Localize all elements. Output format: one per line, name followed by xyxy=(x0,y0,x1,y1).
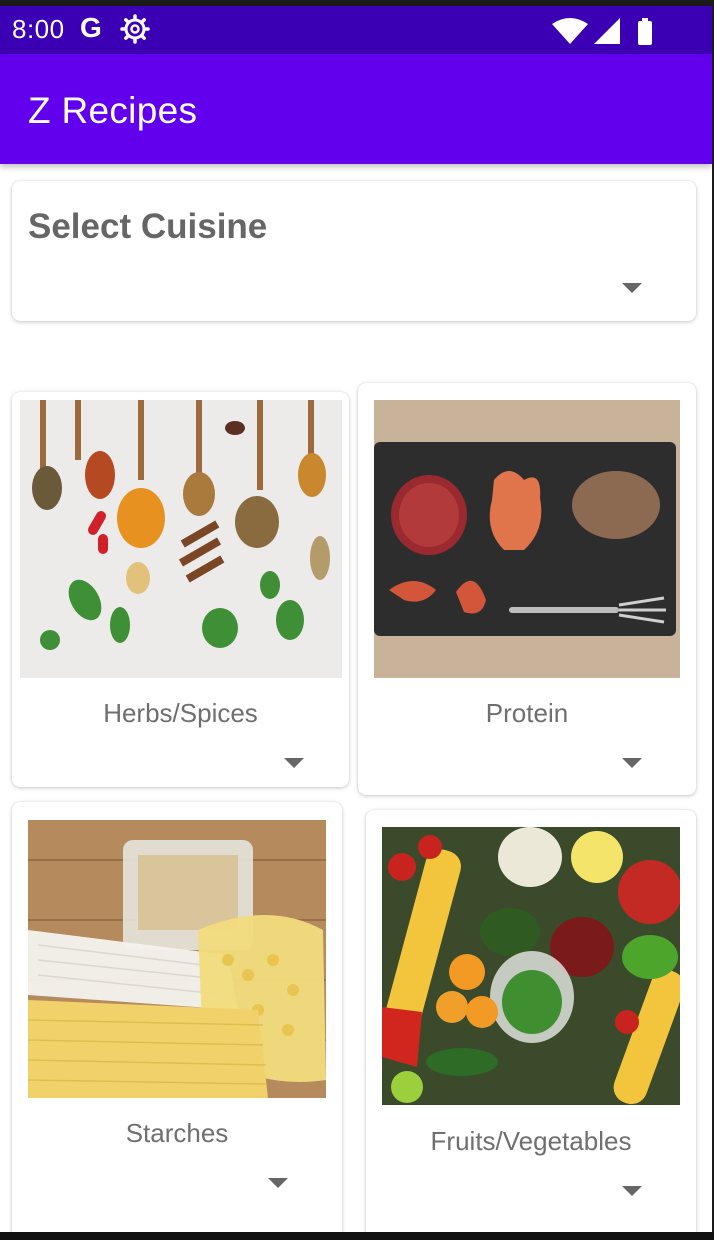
status-bar: 8:00 G xyxy=(0,6,712,54)
google-icon: G xyxy=(80,12,102,43)
chevron-down-icon[interactable] xyxy=(284,758,304,768)
starches-photo xyxy=(28,820,326,1098)
category-label: Herbs/Spices xyxy=(103,698,258,728)
chevron-down-icon[interactable] xyxy=(622,283,642,293)
category-label: Fruits/Vegetables xyxy=(430,1126,632,1156)
navigation-bar xyxy=(0,1232,714,1240)
produce-photo xyxy=(382,827,680,1105)
wifi-icon xyxy=(552,18,588,44)
app-title: Z Recipes xyxy=(28,90,198,131)
status-icons xyxy=(552,18,652,45)
chevron-down-icon[interactable] xyxy=(268,1178,288,1188)
battery-icon xyxy=(638,21,652,45)
app-bar: Z Recipes xyxy=(0,54,712,164)
category-label: Starches xyxy=(125,1118,229,1148)
category-card-protein[interactable]: Protein xyxy=(358,383,696,795)
category-card-fruits-vegetables[interactable]: Fruits/Vegetables xyxy=(366,810,696,1232)
cuisine-label: Select Cuisine xyxy=(28,207,268,246)
spices-photo xyxy=(20,400,342,678)
category-card-herbs[interactable]: Herbs/Spices xyxy=(12,392,349,787)
status-time: 8:00 xyxy=(12,14,65,44)
chevron-down-icon[interactable] xyxy=(622,1186,642,1196)
category-card-starches[interactable]: Starches xyxy=(12,802,342,1232)
chevron-down-icon[interactable] xyxy=(622,758,642,768)
category-label: Protein xyxy=(485,698,569,728)
signal-icon xyxy=(594,18,620,44)
protein-photo xyxy=(374,400,680,678)
app-screen: 8:00 G Z Recipes Select Cuisine Herbs/Sp… xyxy=(0,6,712,1232)
cuisine-selector[interactable]: Select Cuisine xyxy=(12,181,696,321)
settings-icon xyxy=(120,14,150,44)
